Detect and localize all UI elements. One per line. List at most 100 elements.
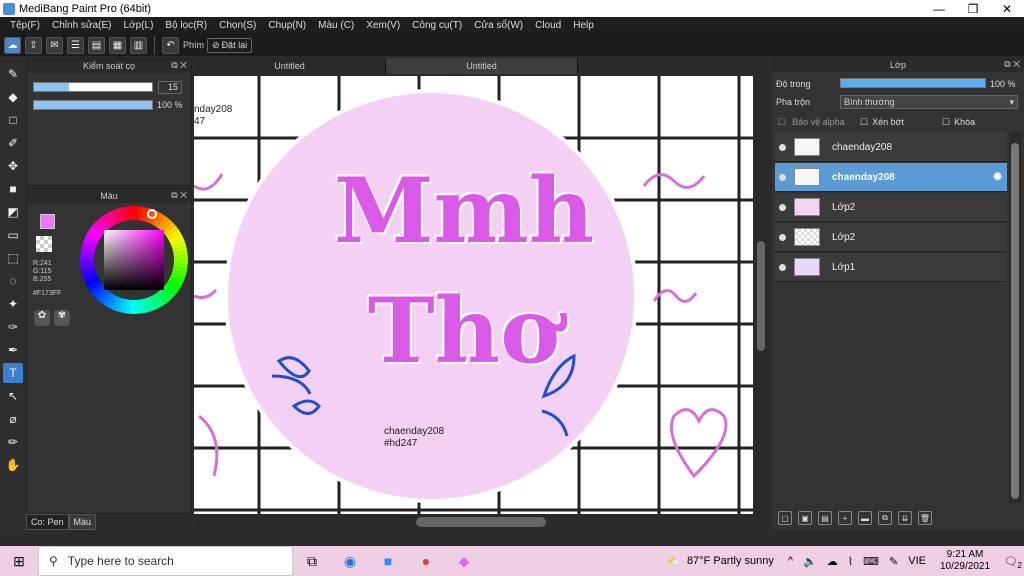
- new-8bit-layer-icon[interactable]: ▣: [798, 511, 812, 525]
- text-icon[interactable]: T: [3, 363, 23, 383]
- move-icon[interactable]: ✥: [3, 156, 23, 176]
- eraser-icon[interactable]: ◆: [3, 87, 23, 107]
- minimize-button[interactable]: —: [922, 2, 956, 16]
- layer-row[interactable]: chaenday208: [775, 133, 1007, 162]
- dropper-icon[interactable]: ⌀: [3, 409, 23, 429]
- clip-option[interactable]: ☐ Xén bớt: [860, 117, 904, 128]
- operation-icon[interactable]: ↖: [3, 386, 23, 406]
- checkbox-icon[interactable]: ☐: [860, 117, 868, 128]
- tab-untitled-1[interactable]: Untitled: [194, 58, 386, 74]
- medibang-icon[interactable]: ◆: [445, 546, 483, 576]
- checkbox-icon[interactable]: ☐: [778, 117, 786, 128]
- speaker-icon[interactable]: 🔈: [803, 555, 817, 568]
- search-box[interactable]: ⚲ Type here to search: [38, 546, 293, 576]
- brush-size-slider[interactable]: [33, 82, 153, 92]
- add-halftone-icon[interactable]: +: [838, 511, 852, 525]
- pen-icon[interactable]: ✐: [3, 133, 23, 153]
- menu-help[interactable]: Help: [567, 20, 600, 31]
- menu-tools[interactable]: Công cụ(T): [406, 20, 468, 31]
- panel-close-icon[interactable]: ⧉ ✕: [171, 190, 187, 201]
- menu-view[interactable]: Xem(V): [360, 20, 406, 31]
- duplicate-icon[interactable]: ⧉: [878, 511, 892, 525]
- shape-fill-icon[interactable]: ■: [3, 179, 23, 199]
- material-icon[interactable]: ▦: [109, 36, 126, 54]
- lasso-icon[interactable]: ◌: [3, 271, 23, 291]
- zoom-icon[interactable]: ■: [369, 546, 407, 576]
- layer-row-selected[interactable]: chaenday208 ✹: [775, 163, 1007, 192]
- layer-opacity-slider[interactable]: [840, 78, 986, 88]
- keyboard-icon[interactable]: ⌨: [863, 555, 879, 568]
- panel-close-icon[interactable]: ⧉ ✕: [171, 60, 187, 71]
- palette-alt-icon[interactable]: ✾: [54, 310, 70, 326]
- pen-icon[interactable]: ✎: [889, 555, 898, 568]
- new-layer-icon[interactable]: ▢: [778, 511, 792, 525]
- page-icon[interactable]: ▤: [88, 36, 105, 54]
- blend-mode-select[interactable]: Bình thường ▾: [840, 95, 1018, 109]
- onedrive-icon[interactable]: ☁: [827, 555, 838, 568]
- bucket-icon[interactable]: ◩: [3, 202, 23, 222]
- wifi-icon[interactable]: ⌇: [848, 555, 853, 568]
- chat-icon[interactable]: ☰: [67, 36, 84, 54]
- tab-untitled-2[interactable]: Untitled: [386, 58, 578, 74]
- foreground-color-swatch[interactable]: [40, 214, 55, 229]
- menu-window[interactable]: Cửa sổ(W): [468, 20, 529, 31]
- color-wheel[interactable]: [78, 204, 190, 316]
- select-eraser-icon[interactable]: ✒: [3, 340, 23, 360]
- canvas-vertical-scrollbar[interactable]: [754, 76, 768, 514]
- cloud-icon[interactable]: ☁: [4, 36, 21, 54]
- gear-icon[interactable]: ✹: [992, 169, 1003, 185]
- clock[interactable]: 9:21 AM 10/29/2021: [940, 549, 990, 573]
- checkbox-icon[interactable]: ☐: [942, 117, 950, 128]
- comment-icon[interactable]: ✉: [46, 36, 63, 54]
- lock-option[interactable]: ☐ Khóa: [942, 117, 975, 128]
- visibility-icon[interactable]: [779, 173, 786, 181]
- gradient-icon[interactable]: ▭: [3, 225, 23, 245]
- windows-start-icon[interactable]: ⊞: [0, 546, 38, 576]
- layer-row[interactable]: Lớp2: [775, 223, 1007, 252]
- maximize-button[interactable]: ❐: [956, 2, 990, 16]
- menu-snap[interactable]: Chụp(N): [262, 20, 312, 31]
- vscroll-thumb[interactable]: [757, 241, 765, 351]
- layer-row[interactable]: Lớp2: [775, 193, 1007, 222]
- tray-chevron-icon[interactable]: ^: [788, 555, 793, 567]
- reset-button[interactable]: ⊘ Đặt lại: [207, 37, 253, 53]
- weather-widget[interactable]: ⛅ 87°F Partly sunny: [667, 555, 774, 568]
- folder-icon[interactable]: ▬: [858, 511, 872, 525]
- merge-icon[interactable]: ⇊: [898, 511, 912, 525]
- menu-file[interactable]: Tệp(F): [4, 20, 46, 31]
- transparent-swatch[interactable]: [36, 236, 52, 252]
- visibility-icon[interactable]: [779, 203, 786, 211]
- visibility-icon[interactable]: [779, 263, 786, 271]
- palette-icon[interactable]: ✿: [34, 310, 50, 326]
- select-icon[interactable]: ⬚: [3, 248, 23, 268]
- drawing-canvas[interactable]: Mmh Thơ nday208 47 chaenday208 #hd247: [194, 76, 753, 514]
- magic-wand-icon[interactable]: ✦: [3, 294, 23, 314]
- menu-select[interactable]: Chọn(S): [213, 20, 262, 31]
- delete-icon[interactable]: 🗑: [918, 511, 932, 525]
- menu-layer[interactable]: Lớp(L): [118, 20, 160, 31]
- brush-size-value[interactable]: 15: [158, 81, 182, 94]
- layer-scrollbar[interactable]: [1009, 133, 1021, 503]
- hscroll-thumb[interactable]: [416, 517, 546, 527]
- menu-filter[interactable]: Bộ lọc(R): [159, 20, 213, 31]
- canvas-horizontal-scrollbar[interactable]: [194, 514, 768, 530]
- menu-color[interactable]: Màu (C): [312, 20, 360, 31]
- new-1bit-layer-icon[interactable]: ▤: [818, 511, 832, 525]
- hand-icon[interactable]: ✋: [3, 455, 23, 475]
- dot-icon[interactable]: □: [3, 110, 23, 130]
- brush-icon[interactable]: ✎: [3, 64, 23, 84]
- tab-pen[interactable]: Co: Pen: [26, 514, 69, 530]
- close-button[interactable]: ✕: [990, 2, 1024, 16]
- protect-alpha-option[interactable]: ☐ Bảo vệ alpha: [778, 117, 845, 128]
- panel-close-icon[interactable]: ⧉ ✕: [1004, 59, 1020, 70]
- menu-cloud[interactable]: Cloud: [529, 20, 567, 31]
- grid-icon[interactable]: ▥: [130, 36, 147, 54]
- notification-icon[interactable]: 🗨 2: [1004, 555, 1022, 570]
- eyedropper-icon[interactable]: ✏: [3, 432, 23, 452]
- layer-scroll-thumb[interactable]: [1011, 143, 1019, 499]
- layer-row[interactable]: Lớp1: [775, 253, 1007, 282]
- undo-icon[interactable]: ↶: [162, 36, 179, 54]
- share-icon[interactable]: ⇪: [25, 36, 42, 54]
- edge-icon[interactable]: ◉: [331, 546, 369, 576]
- brush-opacity-slider[interactable]: [33, 100, 153, 110]
